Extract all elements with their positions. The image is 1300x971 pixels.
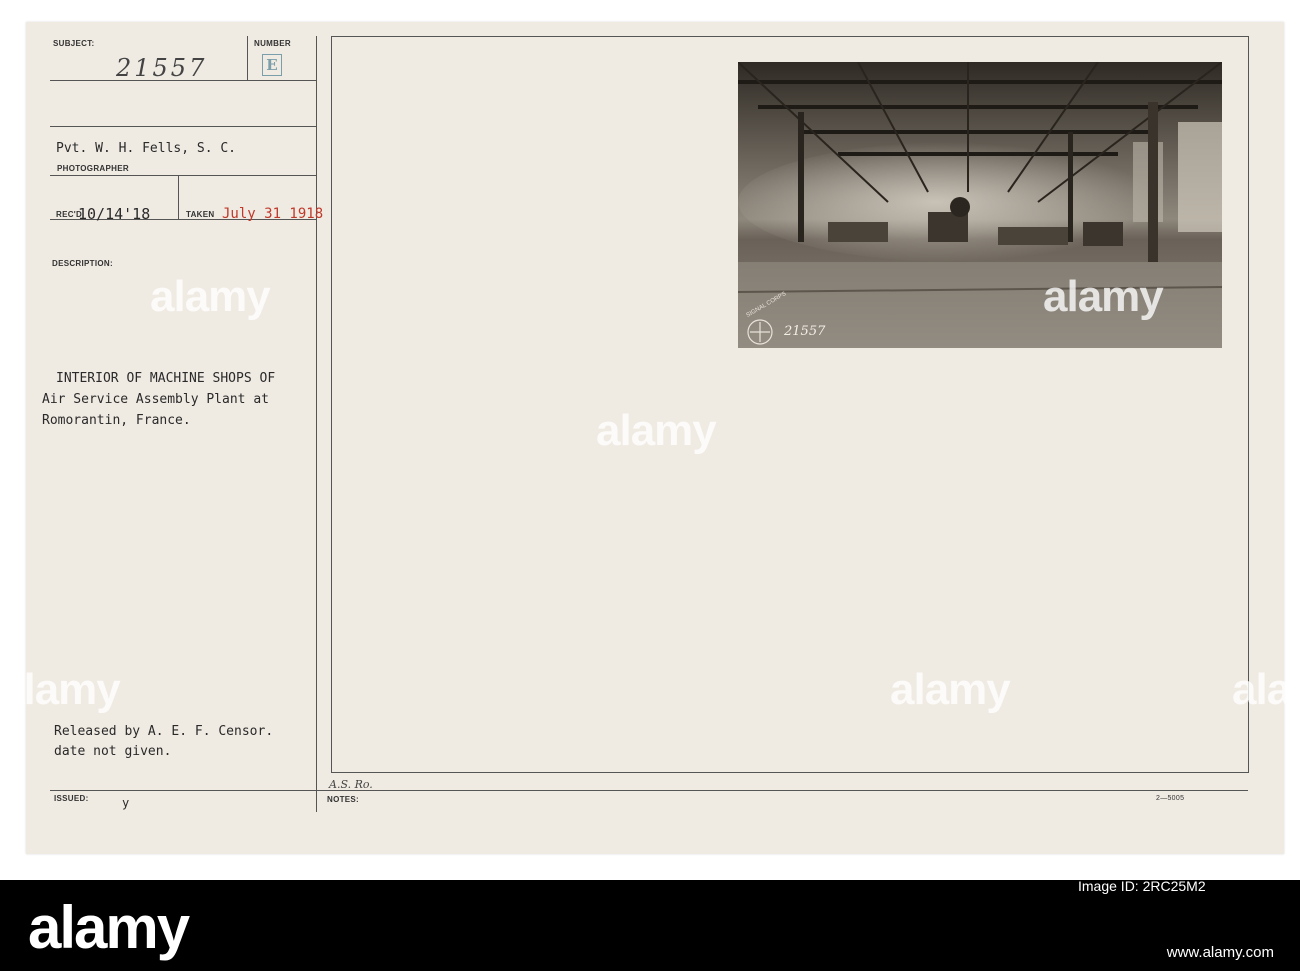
date-divider <box>178 175 179 219</box>
taken-label: TAKEN <box>186 210 215 219</box>
released-line: Released by A. E. F. Censor. <box>54 724 274 739</box>
notes-rule <box>50 790 1248 791</box>
description-label: DESCRIPTION: <box>52 259 113 268</box>
right-panel-border <box>331 36 1249 37</box>
right-panel-border <box>331 36 332 772</box>
number-stamp: E <box>262 54 282 76</box>
alamy-watermark: alamy <box>1232 665 1300 714</box>
issued-value: y <box>122 796 130 810</box>
photographer-name: Pvt. W. H. Fells, S. C. <box>56 141 237 156</box>
alamy-watermark: alamy <box>596 406 717 455</box>
photographer-label: PHOTOGRAPHER <box>57 164 129 173</box>
alamy-logo: alamy <box>28 894 190 961</box>
photographer-underline <box>50 175 316 176</box>
subject-value: 21557 <box>116 54 208 82</box>
right-panel-border <box>1248 36 1249 772</box>
released-line: date not given. <box>54 744 172 759</box>
notes-label: NOTES: <box>327 795 360 804</box>
image-id: Image ID: 2RC25M2 <box>1078 878 1206 894</box>
alamy-watermark: alamy <box>0 665 121 714</box>
alamy-watermark: alamy <box>1043 272 1164 321</box>
photographer-rule <box>50 126 316 127</box>
photo-number: 21557 <box>784 324 826 339</box>
description-line: Air Service Assembly Plant at <box>42 392 269 407</box>
issued-label: ISSUED: <box>54 794 89 803</box>
description-line: Romorantin, France. <box>42 413 191 428</box>
alamy-watermark: alamy <box>890 665 1011 714</box>
notes-handwritten: A.S. Ro. <box>329 778 373 791</box>
subject-divider <box>247 36 248 80</box>
taken-value: July 31 1918 <box>222 206 324 222</box>
left-column-divider <box>316 36 317 812</box>
form-code: 2—5005 <box>1156 795 1185 802</box>
rec-value: 10/14'18 <box>78 205 151 223</box>
number-label: NUMBER <box>254 39 291 48</box>
alamy-watermark: alamy <box>150 272 271 321</box>
description-line: INTERIOR OF MACHINE SHOPS OF <box>56 371 276 386</box>
alamy-url[interactable]: www.alamy.com <box>1167 944 1274 961</box>
subject-label: SUBJECT: <box>53 39 95 48</box>
right-panel-border <box>331 772 1249 773</box>
